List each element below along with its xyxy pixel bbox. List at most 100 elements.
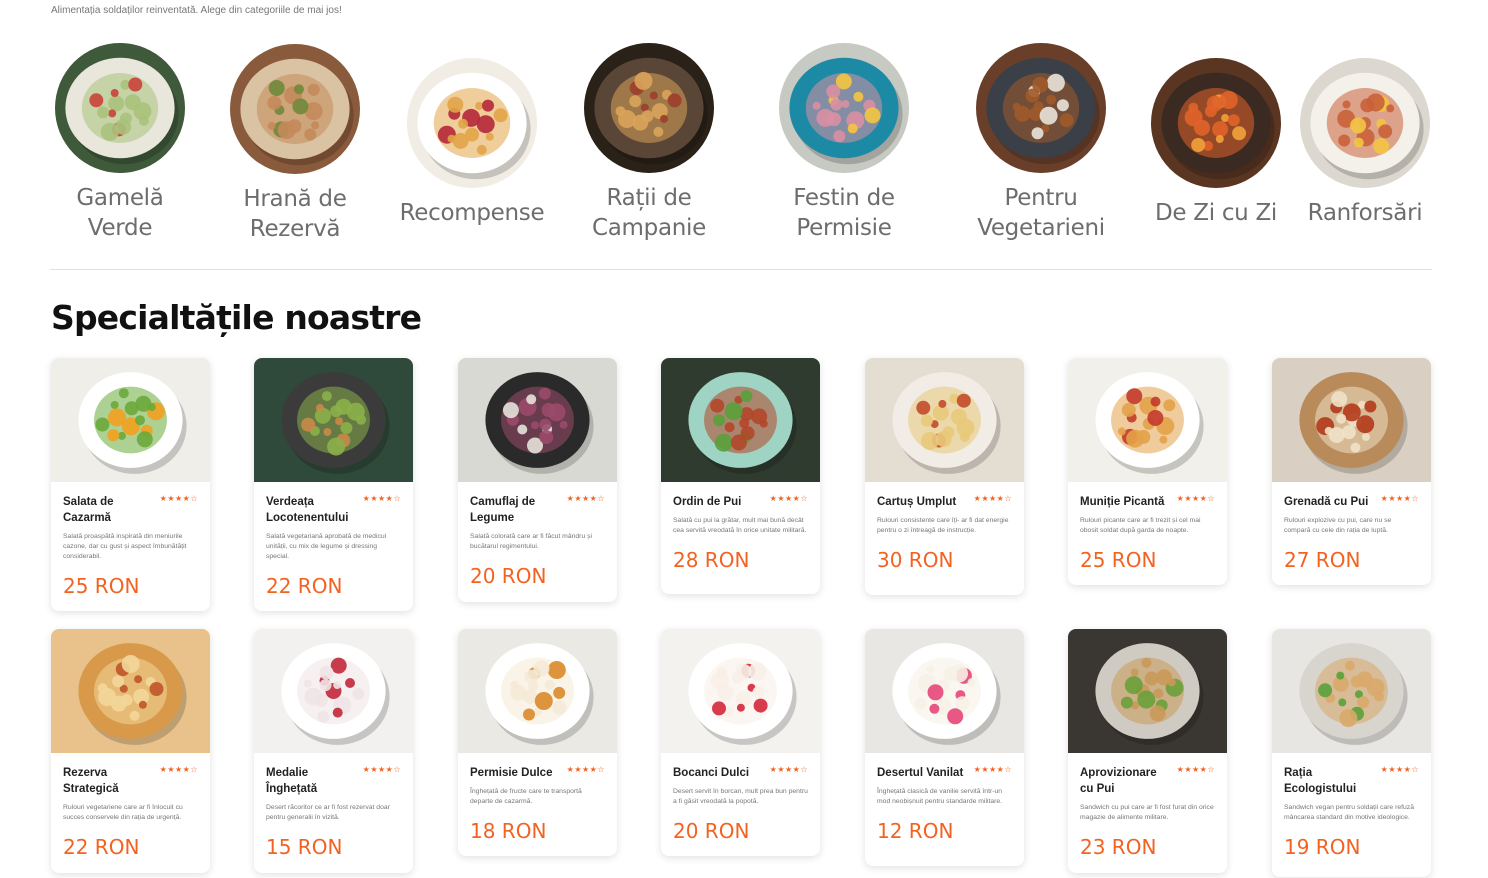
- product-card[interactable]: Rezerva Strategică ★★★★☆ Rulouri vegetarie…: [51, 629, 210, 873]
- product-name[interactable]: Medalie Înghețată: [266, 765, 356, 797]
- product-name[interactable]: Aprovizionare cu Pui: [1080, 765, 1170, 797]
- product-name[interactable]: Ordin de Pui: [673, 494, 763, 510]
- category-label[interactable]: Gamelă Verde: [25, 183, 215, 243]
- category-3[interactable]: Recompense: [377, 58, 567, 228]
- product-name[interactable]: Bocanci Dulci: [673, 765, 763, 781]
- product-description: Înghețată de fructe care te transportă d…: [470, 788, 582, 805]
- product-price: 18 RON: [470, 819, 547, 843]
- product-card[interactable]: Grenadă cu Pui ★★★★☆ Rulouri explozive cu …: [1272, 358, 1431, 585]
- product-card[interactable]: Verdeața Locotenentului ★★★★☆ Salată veget…: [254, 358, 413, 611]
- product-image[interactable]: [865, 358, 1024, 482]
- product-image[interactable]: [458, 629, 617, 753]
- product-image[interactable]: [254, 629, 413, 753]
- category-image[interactable]: [1300, 58, 1430, 188]
- product-info: Camuflaj de Legume ★★★★☆ Salată colorată c…: [458, 482, 617, 600]
- category-image[interactable]: [779, 43, 909, 173]
- category-label-line: Rezervă: [249, 216, 341, 242]
- product-card[interactable]: Muniție Picantă ★★★★☆ Rulouri picante care…: [1068, 358, 1227, 585]
- rating-stars: ★★★★☆: [1380, 765, 1419, 774]
- product-info: Desertul Vanilat ★★★★☆ Înghețată clasică d…: [865, 753, 1024, 855]
- section-title: Specialtățile noastre: [51, 298, 422, 337]
- product-image[interactable]: [1068, 629, 1227, 753]
- product-description: Salată vegetariană aprobată de medicul u…: [266, 533, 387, 560]
- product-price: 20 RON: [673, 819, 750, 843]
- product-info: Grenadă cu Pui ★★★★☆ Rulouri explozive cu …: [1272, 482, 1431, 584]
- rating-stars: ★★★★☆: [362, 765, 401, 774]
- rating-stars: ★★★★☆: [159, 765, 198, 774]
- product-card[interactable]: Medalie Înghețată ★★★★☆ Desert răcoritor c…: [254, 629, 413, 873]
- product-name[interactable]: Desertul Vanilat: [877, 765, 967, 781]
- product-info: Rezerva Strategică ★★★★☆ Rulouri vegetarie…: [51, 753, 210, 871]
- product-description: Salată cu pui la grătar, mult mai bună d…: [673, 517, 807, 534]
- category-label[interactable]: Hrană de Rezervă: [200, 184, 390, 244]
- category-label-line: Festin de: [793, 185, 895, 211]
- product-card[interactable]: Salata de Cazarmă ★★★★☆ Salată proaspătă i…: [51, 358, 210, 611]
- product-info: Bocanci Dulci ★★★★☆ Desert servit în borca…: [661, 753, 820, 855]
- category-label[interactable]: Festin de Permisie: [749, 183, 939, 243]
- category-label[interactable]: Rații de Campanie: [554, 183, 744, 243]
- category-image[interactable]: [584, 43, 714, 173]
- product-info: Muniție Picantă ★★★★☆ Rulouri picante care…: [1068, 482, 1227, 584]
- product-info: Permisie Dulce ★★★★☆ Înghețată de fructe c…: [458, 753, 617, 855]
- category-6[interactable]: Pentru Vegetarieni: [946, 43, 1136, 243]
- product-card[interactable]: Permisie Dulce ★★★★☆ Înghețată de fructe c…: [458, 629, 617, 856]
- product-price: 15 RON: [266, 835, 343, 859]
- category-image[interactable]: [55, 43, 185, 173]
- product-price: 30 RON: [877, 548, 954, 572]
- product-info: Rația Ecologistului ★★★★☆ Sandwich vegan p…: [1272, 753, 1431, 871]
- product-card[interactable]: Aprovizionare cu Pui ★★★★☆ Sandwich cu pui…: [1068, 629, 1227, 873]
- product-name[interactable]: Verdeața Locotenentului: [266, 494, 356, 526]
- product-image[interactable]: [1068, 358, 1227, 482]
- rating-stars: ★★★★☆: [973, 765, 1012, 774]
- product-image[interactable]: [458, 358, 617, 482]
- category-label[interactable]: Ranforsări: [1270, 198, 1460, 228]
- product-image[interactable]: [254, 358, 413, 482]
- product-image[interactable]: [661, 629, 820, 753]
- product-name[interactable]: Camuflaj de Legume: [470, 494, 560, 526]
- product-image[interactable]: [51, 629, 210, 753]
- product-description: Sandwich cu pui care ar fi fost furat di…: [1080, 804, 1214, 821]
- category-4[interactable]: Rații de Campanie: [554, 43, 744, 243]
- product-card[interactable]: Bocanci Dulci ★★★★☆ Desert servit în borca…: [661, 629, 820, 856]
- category-image[interactable]: [407, 58, 537, 188]
- rating-stars: ★★★★☆: [973, 494, 1012, 503]
- product-description: Salată proaspătă inspirată din meniurile…: [63, 533, 187, 560]
- category-image[interactable]: [1151, 58, 1281, 188]
- category-label[interactable]: Pentru Vegetarieni: [946, 183, 1136, 243]
- category-label[interactable]: Recompense: [377, 198, 567, 228]
- category-5[interactable]: Festin de Permisie: [749, 43, 939, 243]
- product-image[interactable]: [1272, 629, 1431, 753]
- category-1[interactable]: Gamelă Verde: [25, 43, 215, 243]
- product-info: Medalie Înghețată ★★★★☆ Desert răcoritor c…: [254, 753, 413, 871]
- rating-stars: ★★★★☆: [1176, 765, 1215, 774]
- category-8[interactable]: Ranforsări: [1270, 58, 1460, 228]
- rating-stars: ★★★★☆: [769, 765, 808, 774]
- tagline: Alimentația soldaților reinventată. Aleg…: [51, 5, 342, 16]
- product-image[interactable]: [1272, 358, 1431, 482]
- rating-stars: ★★★★☆: [159, 494, 198, 503]
- category-label-line: Gamelă: [76, 185, 164, 211]
- product-description: Rulouri picante care ar fi trezit și cel…: [1080, 517, 1201, 534]
- product-name[interactable]: Salata de Cazarmă: [63, 494, 153, 526]
- product-card[interactable]: Rația Ecologistului ★★★★☆ Sandwich vegan p…: [1272, 629, 1431, 877]
- category-label-line: Hrană de: [243, 186, 347, 212]
- product-info: Ordin de Pui ★★★★☆ Salată cu pui la grătar…: [661, 482, 820, 584]
- category-2[interactable]: Hrană de Rezervă: [200, 44, 390, 244]
- product-card[interactable]: Camuflaj de Legume ★★★★☆ Salată colorată c…: [458, 358, 617, 602]
- product-card[interactable]: Cartuș Umplut ★★★★☆ Rulouri consistente ca…: [865, 358, 1024, 595]
- product-name[interactable]: Cartuș Umplut: [877, 494, 967, 510]
- product-name[interactable]: Rația Ecologistului: [1284, 765, 1374, 797]
- product-name[interactable]: Rezerva Strategică: [63, 765, 153, 797]
- product-image[interactable]: [661, 358, 820, 482]
- product-card[interactable]: Ordin de Pui ★★★★☆ Salată cu pui la grătar…: [661, 358, 820, 594]
- product-name[interactable]: Grenadă cu Pui: [1284, 494, 1374, 510]
- product-description: Sandwich vegan pentru soldații care refu…: [1284, 804, 1414, 821]
- product-name[interactable]: Muniție Picantă: [1080, 494, 1170, 510]
- product-name[interactable]: Permisie Dulce: [470, 765, 560, 781]
- category-label-line: Ranforsări: [1307, 200, 1423, 226]
- product-card[interactable]: Desertul Vanilat ★★★★☆ Înghețată clasică d…: [865, 629, 1024, 866]
- category-image[interactable]: [976, 43, 1106, 173]
- product-image[interactable]: [865, 629, 1024, 753]
- product-image[interactable]: [51, 358, 210, 482]
- category-image[interactable]: [230, 44, 360, 174]
